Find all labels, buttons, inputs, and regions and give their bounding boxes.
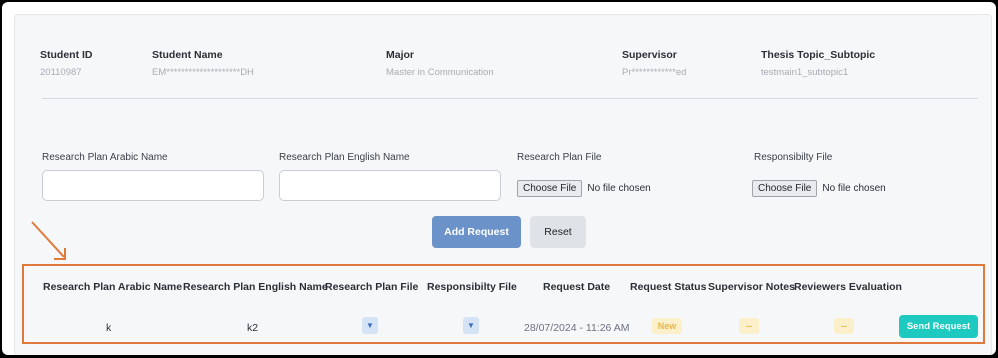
reviewers-evaluation-badge: -- [834, 318, 854, 334]
supervisor-block: Supervisor Pr************ed [622, 49, 686, 78]
header-plan-file: Research Plan File [325, 281, 419, 293]
supervisor-value: Pr************ed [622, 67, 687, 78]
student-name-label: Student Name [152, 49, 223, 61]
supervisor-label: Supervisor [622, 49, 677, 61]
resp-file-status: No file chosen [822, 183, 886, 194]
english-name-label: Research Plan English Name [279, 152, 410, 163]
header-request-status: Request Status [630, 281, 707, 293]
header-reviewers-evaluation: Reviewers Evaluation [794, 281, 902, 293]
thesis-topic-label: Thesis Topic_Subtopic [761, 49, 876, 61]
english-name-input[interactable] [279, 170, 501, 201]
arabic-name-input[interactable] [42, 170, 264, 201]
major-block: Major Master in Communication [386, 49, 494, 78]
student-name-value: EM********************DH [152, 67, 254, 78]
cell-english-name: k2 [247, 322, 259, 334]
resp-file-label: Responsibilty File [754, 152, 833, 163]
download-file-icon[interactable]: ▼ [463, 317, 479, 334]
student-id-block: Student ID 20110987 [40, 49, 93, 78]
header-supervisor-notes: Supervisor Notes [708, 281, 795, 293]
resp-choose-file-button[interactable]: Choose File [752, 180, 818, 197]
plan-choose-file-button[interactable]: Choose File [517, 180, 583, 197]
plan-file-input: Choose File No file chosen [517, 180, 651, 197]
reset-button[interactable]: Reset [530, 216, 586, 248]
divider [42, 98, 978, 99]
student-id-label: Student ID [40, 49, 93, 61]
header-request-date: Request Date [543, 281, 611, 293]
plan-file-status: No file chosen [587, 183, 651, 194]
cell-arabic-name: k [106, 322, 112, 334]
header-english-name: Research Plan English Name [183, 281, 328, 293]
header-arabic-name: Research Plan Arabic Name [43, 281, 183, 293]
student-name-block: Student Name EM********************DH [152, 49, 254, 78]
plan-file-label: Research Plan File [517, 152, 602, 163]
cell-request-date: 28/07/2024 - 11:26 AM [524, 322, 630, 334]
thesis-topic-block: Thesis Topic_Subtopic testmain1_subtopic… [761, 49, 875, 78]
resp-file-input: Choose File No file chosen [752, 180, 886, 197]
supervisor-notes-badge: -- [739, 318, 759, 334]
arabic-name-label: Research Plan Arabic Name [42, 152, 168, 163]
major-label: Major [386, 49, 415, 61]
major-value: Master in Communication [386, 67, 494, 78]
window: Student ID 20110987 Student Name EM*****… [2, 2, 996, 355]
status-badge: New [652, 318, 682, 334]
arrow-icon [31, 221, 66, 260]
add-request-button[interactable]: Add Request [432, 216, 521, 248]
header-resp-file: Responsibilty File [427, 281, 517, 293]
download-file-icon[interactable]: ▼ [362, 317, 378, 334]
thesis-topic-value: testmain1_subtopic1 [761, 67, 849, 78]
send-request-button[interactable]: Send Request [899, 315, 978, 338]
student-id-value: 20110987 [40, 67, 82, 78]
